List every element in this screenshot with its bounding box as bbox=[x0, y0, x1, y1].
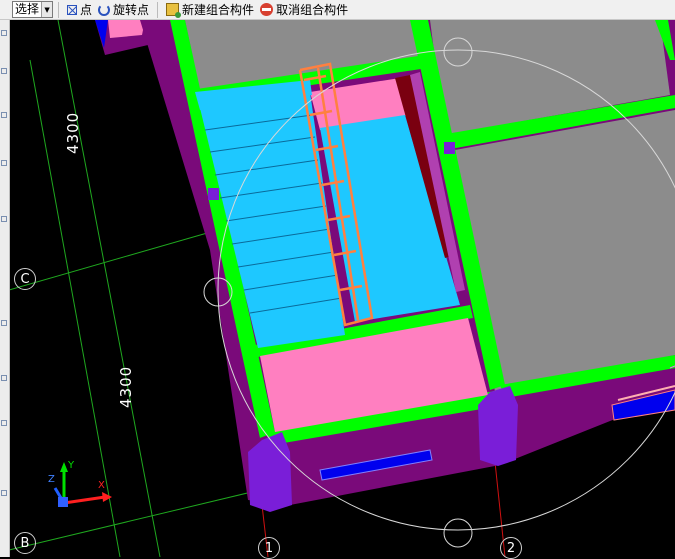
dimension-label: 4300 bbox=[64, 111, 82, 154]
gizmo-z-label: Z bbox=[48, 474, 55, 485]
left-tool-strip bbox=[0, 20, 10, 557]
point-button[interactable]: 点 bbox=[64, 1, 95, 19]
3d-viewport[interactable]: Y X Z 4300 4300 C B 1 2 bbox=[9, 20, 675, 559]
tool-icon[interactable] bbox=[1, 320, 7, 326]
select-mode-value: 选择 bbox=[15, 2, 40, 16]
cancel-group-component-label: 取消组合构件 bbox=[276, 3, 349, 17]
model-canvas[interactable]: Y X Z bbox=[9, 20, 675, 557]
point-button-label: 点 bbox=[80, 3, 93, 17]
select-mode-dropdown[interactable]: 选择 ▼ bbox=[12, 1, 54, 18]
tool-icon[interactable] bbox=[1, 216, 7, 222]
top-toolbar: 选择 ▼ 点 旋转点 新建组合构件 取消组合构件 bbox=[0, 0, 675, 20]
gizmo-y-label: Y bbox=[67, 460, 75, 471]
toolbar-divider bbox=[157, 1, 159, 18]
rotate-point-button-label: 旋转点 bbox=[113, 3, 150, 17]
tool-icon[interactable] bbox=[1, 420, 7, 426]
grid-line bbox=[9, 224, 236, 291]
tool-icon[interactable] bbox=[1, 375, 7, 381]
tool-icon[interactable] bbox=[1, 112, 7, 118]
column-marker bbox=[208, 188, 219, 200]
grid-line bbox=[57, 20, 161, 557]
axis-bubble-c[interactable]: C bbox=[14, 268, 36, 290]
new-group-component-button[interactable]: 新建组合构件 bbox=[163, 1, 257, 19]
axis-bubble-b[interactable]: B bbox=[14, 532, 36, 554]
new-group-component-label: 新建组合构件 bbox=[182, 3, 255, 17]
toolbar-divider bbox=[58, 1, 60, 18]
point-icon bbox=[67, 4, 78, 15]
tool-icon[interactable] bbox=[1, 160, 7, 166]
axis-bubble-1[interactable]: 1 bbox=[258, 537, 280, 559]
grid-line bbox=[9, 489, 261, 551]
chevron-down-icon[interactable]: ▼ bbox=[41, 2, 53, 17]
new-group-icon bbox=[166, 3, 182, 18]
axis-bubble-2[interactable]: 2 bbox=[500, 537, 522, 559]
rotate-point-button[interactable]: 旋转点 bbox=[95, 1, 152, 19]
rotate-icon bbox=[98, 3, 111, 16]
dimension-label: 4300 bbox=[117, 365, 135, 408]
tool-icon[interactable] bbox=[1, 490, 7, 496]
orbit-handle-bottom[interactable] bbox=[443, 518, 473, 548]
gizmo-x-label: X bbox=[98, 480, 105, 491]
tool-icon[interactable] bbox=[1, 68, 7, 74]
column-marker bbox=[444, 142, 455, 154]
tool-icon[interactable] bbox=[1, 30, 7, 36]
cancel-group-component-button[interactable]: 取消组合构件 bbox=[257, 1, 351, 19]
axis-gizmo: Y X Z bbox=[48, 460, 112, 507]
cancel-group-icon bbox=[260, 3, 274, 16]
gizmo-x-axis bbox=[63, 495, 106, 505]
